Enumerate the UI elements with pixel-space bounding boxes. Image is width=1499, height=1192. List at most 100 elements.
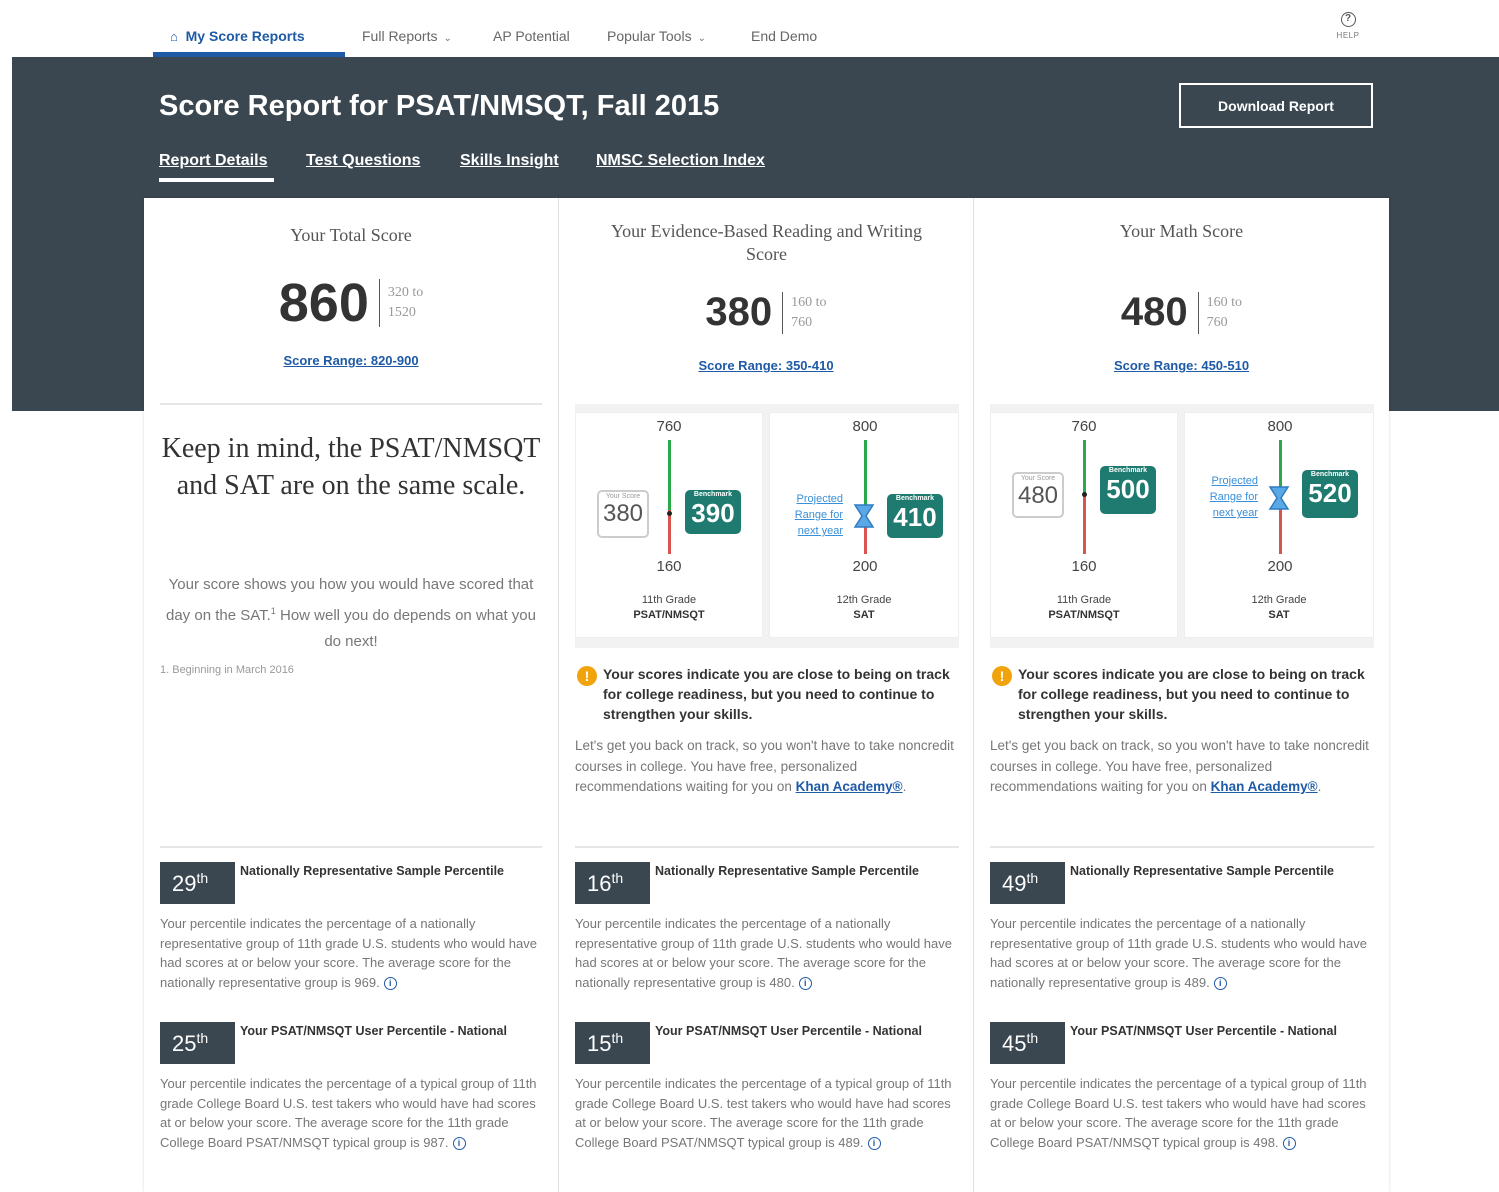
hourglass-icon xyxy=(853,504,875,528)
percentile-badge: 29th xyxy=(160,862,235,904)
percentile-description: Your percentile indicates the percentage… xyxy=(575,1076,952,1150)
math-score-title: Your Math Score xyxy=(1119,221,1244,241)
axis-min: 160 xyxy=(656,558,682,575)
axis-min: 200 xyxy=(1267,558,1293,575)
benchmark-badge: Benchmark 410 xyxy=(887,494,943,538)
percentile-title: Nationally Representative Sample Percent… xyxy=(655,864,919,878)
axis-max: 760 xyxy=(1071,418,1097,435)
nav-popular-tools[interactable]: Popular Tools ⌄ xyxy=(607,28,706,44)
ebrw-score-range-link[interactable]: Score Range: 350-410 xyxy=(559,358,973,373)
percentile-badge: 45th xyxy=(990,1022,1065,1064)
readiness-alert: Your scores indicate you are close to be… xyxy=(603,666,950,722)
percentile-description: Your percentile indicates the percentage… xyxy=(990,1076,1367,1150)
total-score-display: 860 320 to 1520 xyxy=(144,272,558,334)
total-score-title: Your Total Score xyxy=(290,225,412,245)
graph-label-psat: 11th Grade PSAT/NMSQT xyxy=(633,594,705,621)
red-bar xyxy=(1083,494,1086,554)
footnote: 1. Beginning in March 2016 xyxy=(160,664,294,676)
axis-min: 200 xyxy=(852,558,878,575)
alert-icon: ! xyxy=(992,666,1012,686)
nav-full-reports[interactable]: Full Reports ⌄ xyxy=(362,28,452,44)
page-title: Score Report for PSAT/NMSQT, Fall 2015 xyxy=(159,90,720,122)
projected-range-link[interactable]: Projected Range for next year xyxy=(1192,473,1258,521)
download-report-button[interactable]: Download Report xyxy=(1179,83,1373,128)
percentile-title: Nationally Representative Sample Percent… xyxy=(240,864,504,878)
total-score-description: Your score shows you how you would have … xyxy=(166,576,536,650)
percentile-badge: 25th xyxy=(160,1022,235,1064)
info-icon[interactable]: i xyxy=(1213,976,1227,990)
divider xyxy=(160,403,542,405)
percentile-description: Your percentile indicates the percentage… xyxy=(990,916,1367,990)
chevron-down-icon: ⌄ xyxy=(697,33,706,44)
axis-max: 760 xyxy=(656,418,682,435)
divider xyxy=(782,291,784,334)
percentile-title: Your PSAT/NMSQT User Percentile - Nation… xyxy=(240,1024,507,1038)
ebrw-score-value: 380 xyxy=(705,290,773,334)
percentile-description: Your percentile indicates the percentage… xyxy=(575,916,952,990)
nav-ap-potential[interactable]: AP Potential xyxy=(493,28,570,44)
info-icon[interactable]: i xyxy=(867,1136,881,1150)
help-button[interactable]: ? HELP xyxy=(1330,8,1366,40)
total-score-value: 860 xyxy=(278,273,369,333)
hourglass-icon xyxy=(1268,486,1290,510)
divider xyxy=(378,279,380,327)
info-icon[interactable]: i xyxy=(1282,1136,1296,1150)
math-score-display: 480 160 to 760 xyxy=(974,290,1389,335)
percentile-badge: 16th xyxy=(575,862,650,904)
info-icon[interactable]: i xyxy=(452,1136,466,1150)
nav-my-score-reports[interactable]: ⌂ My Score Reports xyxy=(170,28,305,44)
ebrw-score-column: Your Evidence-Based Reading and Writing … xyxy=(558,198,973,1192)
percentile-badge: 49th xyxy=(990,862,1065,904)
math-score-column: Your Math Score 480 160 to 760 Score Range… xyxy=(973,198,1389,1192)
green-bar xyxy=(1083,440,1086,494)
tab-active-indicator xyxy=(159,178,274,182)
percentile-description: Your percentile indicates the percentage… xyxy=(160,1076,537,1150)
top-nav: ⌂ My Score Reports Full Reports ⌄ AP Pote… xyxy=(0,0,1499,57)
alert-icon: ! xyxy=(577,666,597,686)
divider xyxy=(1197,291,1199,334)
khan-recommendation: Let's get you back on track, so you won'… xyxy=(990,738,1369,794)
graph-label-sat: 12th Grade SAT xyxy=(836,594,892,621)
score-card: Your Total Score 860 320 to 1520 Score Ran… xyxy=(144,198,1389,1192)
divider xyxy=(990,846,1374,848)
projected-range-link[interactable]: Projected Range for next year xyxy=(777,491,843,539)
percentile-title: Your PSAT/NMSQT User Percentile - Nation… xyxy=(1070,1024,1337,1038)
ebrw-score-scale: 160 to 760 xyxy=(791,294,827,330)
tab-nmsc-selection-index[interactable]: NMSC Selection Index xyxy=(596,152,765,170)
info-icon[interactable]: i xyxy=(383,976,397,990)
tab-skills-insight[interactable]: Skills Insight xyxy=(460,152,559,170)
green-bar xyxy=(864,440,867,510)
score-marker xyxy=(1082,492,1087,497)
total-score-scale: 320 to 1520 xyxy=(387,285,424,320)
graph-label-sat: 12th Grade SAT xyxy=(1251,594,1307,621)
green-bar xyxy=(668,440,671,510)
tab-test-questions[interactable]: Test Questions xyxy=(306,152,420,170)
benchmark-badge: Benchmark 390 xyxy=(685,490,741,534)
info-icon[interactable]: i xyxy=(798,976,812,990)
graph-label-psat: 11th Grade PSAT/NMSQT xyxy=(1048,594,1120,621)
axis-max: 800 xyxy=(1267,418,1293,435)
ebrw-score-display: 380 160 to 760 xyxy=(559,290,973,335)
khan-academy-link[interactable]: Khan Academy® xyxy=(796,779,903,794)
math-score-scale: 160 to 760 xyxy=(1206,294,1243,330)
math-score-range-link[interactable]: Score Range: 450-510 xyxy=(974,358,1389,373)
home-icon: ⌂ xyxy=(170,29,178,44)
khan-academy-link[interactable]: Khan Academy® xyxy=(1211,779,1318,794)
benchmark-badge: Benchmark 500 xyxy=(1100,466,1156,514)
axis-max: 800 xyxy=(852,418,878,435)
score-marker xyxy=(667,511,672,516)
help-icon: ? xyxy=(1340,12,1356,27)
nav-end-demo[interactable]: End Demo xyxy=(751,28,817,44)
readiness-alert: Your scores indicate you are close to be… xyxy=(1018,666,1365,722)
benchmark-badge: Benchmark 520 xyxy=(1302,470,1358,518)
your-score-badge: Your Score 480 xyxy=(1012,472,1064,518)
tab-report-details[interactable]: Report Details xyxy=(159,152,267,170)
math-score-value: 480 xyxy=(1120,290,1188,334)
axis-min: 160 xyxy=(1071,558,1097,575)
divider xyxy=(575,846,959,848)
percentile-title: Nationally Representative Sample Percent… xyxy=(1070,864,1334,878)
total-score-range-link[interactable]: Score Range: 820-900 xyxy=(144,353,558,368)
percentile-description: Your percentile indicates the percentage… xyxy=(160,916,537,990)
chevron-down-icon: ⌄ xyxy=(443,33,452,44)
total-score-column: Your Total Score 860 320 to 1520 Score Ran… xyxy=(144,198,558,1192)
